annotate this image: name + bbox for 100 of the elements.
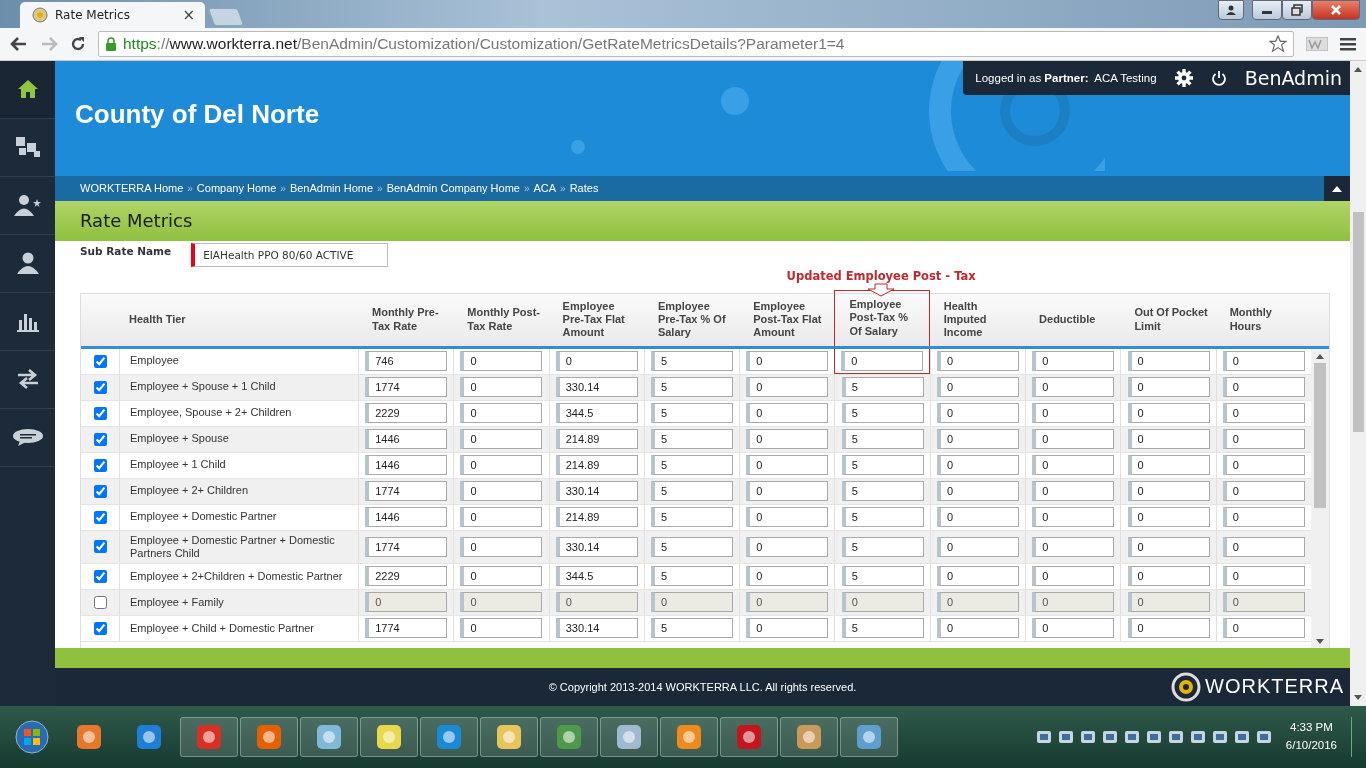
rate-input[interactable]: 0 [1032, 507, 1115, 527]
rate-input[interactable]: 5 [651, 377, 734, 397]
rate-input[interactable]: 0 [1222, 481, 1305, 501]
rate-input[interactable]: 5 [841, 455, 924, 475]
rate-input[interactable]: 0 [936, 429, 1019, 449]
taskbar-button[interactable] [240, 716, 298, 757]
close-button[interactable] [1312, 0, 1360, 20]
taskbar-button[interactable] [420, 716, 478, 757]
star-icon[interactable] [1269, 34, 1287, 53]
rate-input[interactable]: 0 [460, 429, 543, 449]
rate-input[interactable]: 1774 [365, 536, 448, 557]
menu-icon[interactable] [1340, 36, 1356, 51]
row-checkbox[interactable] [94, 621, 107, 635]
minimize-button[interactable] [1252, 0, 1282, 20]
close-tab-button[interactable]: × [182, 5, 195, 24]
rate-input[interactable]: 0 [1222, 566, 1305, 587]
rate-input[interactable]: 214.89 [555, 429, 638, 449]
rate-input[interactable]: 0 [936, 566, 1019, 587]
rate-input[interactable]: 1446 [365, 507, 448, 527]
rate-input[interactable]: 0 [1222, 377, 1305, 397]
rate-input[interactable]: 1774 [365, 618, 448, 639]
rate-input[interactable]: 0 [1032, 481, 1115, 501]
rate-input[interactable]: 0 [936, 455, 1019, 475]
rate-input[interactable]: 0 [746, 351, 829, 371]
rate-input[interactable]: 0 [1127, 455, 1210, 475]
rate-input[interactable]: 746 [365, 351, 448, 371]
rate-input[interactable]: 0 [1127, 592, 1210, 613]
rate-input[interactable]: 214.89 [555, 455, 638, 475]
rate-input[interactable]: 0 [460, 351, 543, 371]
rate-input[interactable]: 0 [1222, 403, 1305, 423]
rate-input[interactable]: 0 [1127, 536, 1210, 557]
rate-input[interactable]: 0 [746, 566, 829, 587]
rate-input[interactable]: 330.14 [555, 377, 638, 397]
back-icon[interactable] [10, 35, 28, 52]
rate-input[interactable]: 0 [1127, 566, 1210, 587]
sub-rate-field[interactable]: EIAHealth PPO 80/60 ACTIVE [191, 242, 389, 267]
table-scrollbar[interactable] [1311, 348, 1329, 648]
rate-input[interactable]: 0 [936, 618, 1019, 639]
taskbar-button[interactable] [360, 716, 418, 757]
rate-input[interactable]: 5 [651, 403, 734, 423]
browser-tab[interactable]: Rate Metrics × [20, 1, 205, 28]
taskbar-button[interactable] [540, 716, 598, 757]
rate-input[interactable]: 0 [746, 455, 829, 475]
rate-input[interactable]: 0 [460, 377, 543, 397]
rate-input[interactable]: 0 [1222, 618, 1305, 639]
row-checkbox[interactable] [94, 458, 107, 472]
rate-input[interactable]: 5 [841, 403, 924, 423]
rate-input[interactable]: 0 [460, 618, 543, 639]
rate-input[interactable]: 5 [841, 618, 924, 639]
rate-input[interactable]: 0 [1127, 507, 1210, 527]
rate-input[interactable]: 5 [651, 507, 734, 527]
rate-input[interactable]: 0 [841, 592, 924, 613]
breadcrumb-link[interactable]: Rates [569, 182, 599, 194]
rate-input[interactable]: 0 [746, 536, 829, 557]
breadcrumb-link[interactable]: ACA [533, 182, 557, 194]
restore-button[interactable] [1282, 0, 1312, 20]
rate-input[interactable]: 0 [1032, 429, 1115, 449]
rate-input[interactable]: 0 [746, 618, 829, 639]
rate-input[interactable]: 344.5 [555, 403, 638, 423]
rate-input[interactable]: 330.14 [555, 536, 638, 557]
rate-input[interactable]: 0 [1127, 377, 1210, 397]
rate-input[interactable]: 5 [651, 566, 734, 587]
rate-input[interactable]: 0 [746, 377, 829, 397]
rate-input[interactable]: 0 [936, 592, 1019, 613]
rate-input[interactable]: 5 [841, 377, 924, 397]
rate-input[interactable]: 5 [651, 351, 734, 371]
rate-input[interactable]: 0 [746, 592, 829, 613]
rate-input[interactable]: 0 [460, 592, 543, 613]
rate-input[interactable]: 0 [1222, 536, 1305, 557]
rate-input[interactable]: 0 [1222, 592, 1305, 613]
rate-input[interactable]: 0 [365, 592, 448, 613]
rate-input[interactable]: 0 [936, 351, 1019, 371]
clock[interactable]: 4:33 PM 6/10/2016 [1277, 719, 1345, 754]
rate-input[interactable]: 0 [1222, 507, 1305, 527]
rate-input[interactable]: 0 [1032, 351, 1115, 371]
rate-input[interactable]: 0 [936, 536, 1019, 557]
rate-input[interactable]: 0 [746, 481, 829, 501]
reload-icon[interactable] [70, 35, 86, 52]
rate-input[interactable]: 5 [651, 481, 734, 501]
rate-input[interactable]: 5 [651, 429, 734, 449]
row-checkbox[interactable] [94, 406, 107, 420]
rate-input[interactable]: 1774 [365, 377, 448, 397]
row-checkbox[interactable] [94, 432, 107, 446]
rate-input[interactable]: 0 [1127, 403, 1210, 423]
collapse-button[interactable] [1324, 175, 1350, 201]
rate-input[interactable]: 0 [1032, 377, 1115, 397]
rate-input[interactable]: 0 [936, 403, 1019, 423]
settings-icon[interactable] [1174, 68, 1193, 87]
rate-input[interactable]: 0 [1032, 592, 1115, 613]
rate-input[interactable]: 0 [460, 507, 543, 527]
breadcrumb-link[interactable]: WORKTERRA Home [80, 182, 184, 194]
rate-input[interactable]: 5 [841, 507, 924, 527]
rate-input[interactable]: 1446 [365, 455, 448, 475]
taskbar-button[interactable] [480, 716, 538, 757]
row-checkbox[interactable] [94, 484, 107, 498]
page-scrollbar[interactable] [1350, 60, 1366, 706]
rate-input[interactable]: 0 [460, 455, 543, 475]
breadcrumb-link[interactable]: BenAdmin Company Home [386, 182, 520, 194]
row-checkbox[interactable] [94, 380, 107, 394]
row-checkbox[interactable] [94, 540, 107, 554]
